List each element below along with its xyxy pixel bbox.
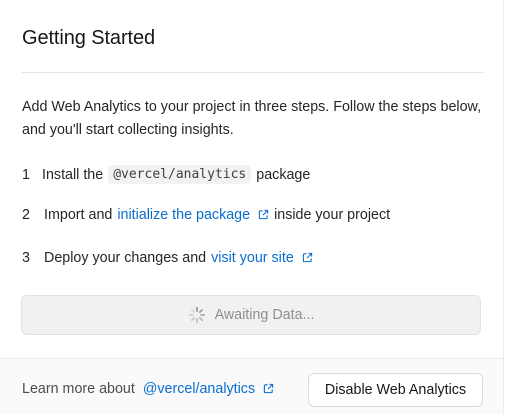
learn-more-prefix: Learn more about [22, 381, 135, 397]
initialize-package-link[interactable]: initialize the package [117, 207, 269, 223]
card-footer: Learn more about @vercel/analytics Disab… [0, 358, 503, 414]
awaiting-data-status: Awaiting Data... [21, 295, 481, 335]
visit-site-link[interactable]: visit your site [211, 250, 313, 266]
getting-started-card: Getting Started Add Web Analytics to you… [0, 0, 504, 414]
external-link-icon [263, 383, 274, 394]
step-number: 1 [22, 166, 30, 183]
step-text: inside your project [274, 207, 391, 223]
step-text: Install the [42, 166, 104, 183]
step-text: package [256, 166, 311, 183]
disable-web-analytics-button[interactable]: Disable Web Analytics [308, 373, 483, 407]
step-text: Import and [44, 207, 113, 223]
external-link-icon [302, 252, 312, 263]
spinner-icon [188, 306, 205, 324]
learn-more-text: Learn more about @vercel/analytics [22, 381, 274, 397]
step-1: 1 Install the @vercel/analytics package [22, 165, 310, 184]
step-3: 3 Deploy your changes and visit your sit… [22, 250, 313, 266]
step-number: 2 [22, 207, 30, 223]
link-label: initialize the package [117, 207, 251, 223]
step-number: 3 [22, 250, 30, 266]
external-link-icon [258, 209, 269, 220]
link-label: visit your site [211, 250, 294, 266]
step-text: Deploy your changes and [44, 250, 207, 266]
card-title: Getting Started [22, 27, 156, 49]
title-divider [22, 72, 483, 73]
package-code: @vercel/analytics [108, 165, 252, 184]
awaiting-data-label: Awaiting Data... [214, 307, 315, 323]
vercel-analytics-link[interactable]: @vercel/analytics [143, 381, 274, 397]
link-label: @vercel/analytics [142, 381, 256, 397]
step-2: 2 Import and initialize the package insi… [22, 207, 390, 223]
intro-text: Add Web Analytics to your project in thr… [22, 99, 482, 138]
